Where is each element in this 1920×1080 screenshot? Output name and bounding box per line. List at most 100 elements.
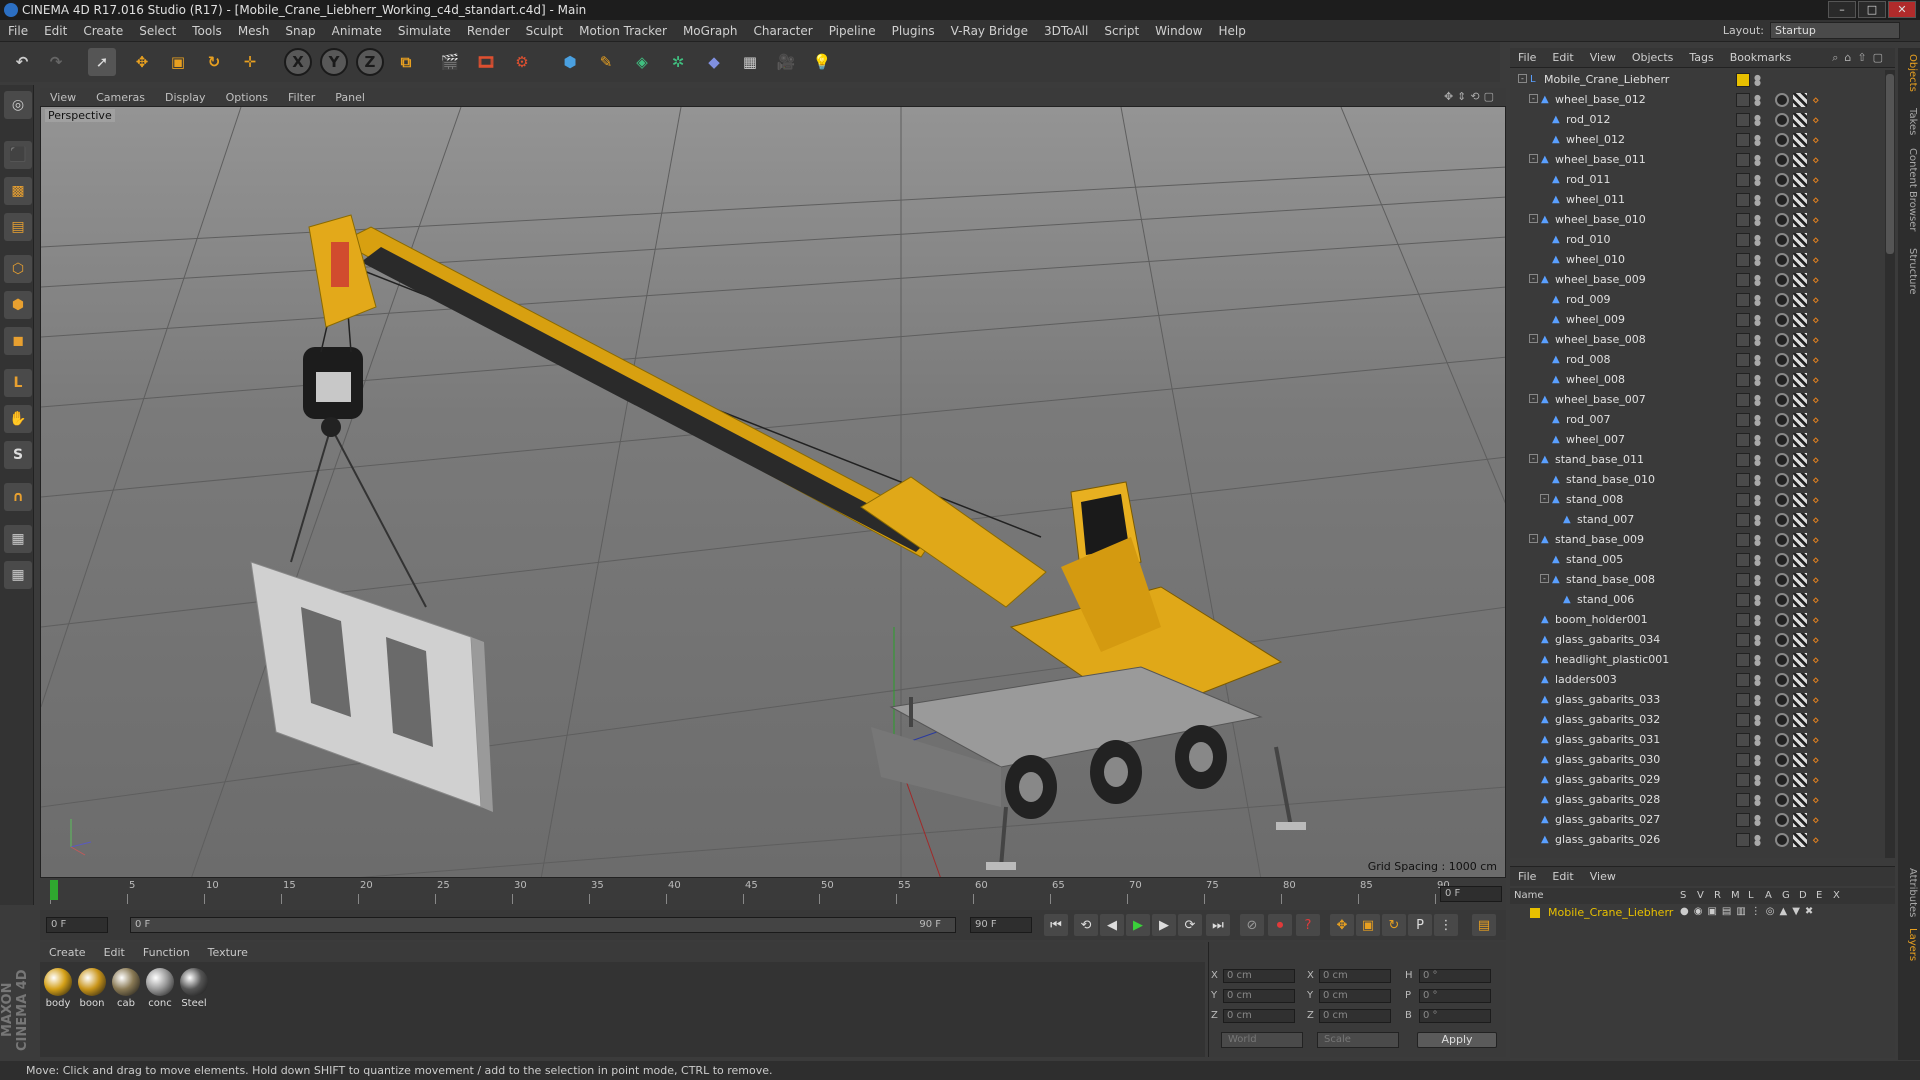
vray-tag-icon[interactable] [1775, 233, 1789, 247]
phong-tag-icon[interactable]: ⋄ [1812, 513, 1822, 527]
menu-motion-tracker[interactable]: Motion Tracker [571, 24, 675, 38]
layer-flag-icon[interactable] [1736, 833, 1750, 847]
object-name[interactable]: stand_008 [1566, 493, 1623, 506]
object-name[interactable]: wheel_011 [1566, 193, 1625, 206]
layer-flag-icon[interactable] [1736, 413, 1750, 427]
menu-create[interactable]: Create [75, 24, 131, 38]
texture-tag-icon[interactable] [1793, 233, 1807, 247]
light-icon[interactable]: 💡 [808, 48, 836, 76]
texture-tag-icon[interactable] [1793, 393, 1807, 407]
tweak-mode-icon[interactable]: ✋ [4, 405, 32, 433]
render-settings-icon[interactable]: ⚙ [508, 48, 536, 76]
polygons-mode-icon[interactable]: ◼ [4, 327, 32, 355]
texture-tag-icon[interactable] [1793, 353, 1807, 367]
visibility-dots-icon[interactable]: ● ● [1754, 314, 1761, 327]
layer-flag-icon[interactable] [1736, 453, 1750, 467]
material-menu-function[interactable]: Function [134, 946, 199, 959]
layer-flag-icon[interactable] [1736, 93, 1750, 107]
phong-tag-icon[interactable]: ⋄ [1812, 373, 1822, 387]
vray-tag-icon[interactable] [1775, 293, 1789, 307]
scale-tool-icon[interactable]: ▣ [164, 48, 192, 76]
layer-color-swatch[interactable] [1530, 908, 1540, 918]
object-row[interactable]: ▲ glass_gabarits_028 ● ● ⋄ [1510, 790, 1885, 810]
object-menu-bookmarks[interactable]: Bookmarks [1722, 51, 1799, 64]
object-row[interactable]: - ▲ wheel_base_011 ● ● ⋄ [1510, 150, 1885, 170]
object-row[interactable]: - ▲ stand_base_009 ● ● ⋄ [1510, 530, 1885, 550]
layer-flag-icons[interactable]: ●◉▣▤▥⋮◎▲▼✖ [1680, 906, 1818, 917]
texture-mode-icon[interactable]: ▩ [4, 177, 32, 205]
model-mode-icon[interactable]: ⬛ [4, 141, 32, 169]
phong-tag-icon[interactable]: ⋄ [1812, 133, 1822, 147]
object-name[interactable]: wheel_007 [1566, 433, 1625, 446]
texture-tag-icon[interactable] [1793, 333, 1807, 347]
texture-tag-icon[interactable] [1793, 133, 1807, 147]
layer-flag-icon[interactable] [1736, 593, 1750, 607]
viewport-menu-display[interactable]: Display [155, 91, 216, 104]
object-name[interactable]: stand_base_010 [1566, 473, 1655, 486]
object-row[interactable]: ▲ wheel_012 ● ● ⋄ [1510, 130, 1885, 150]
object-name[interactable]: glass_gabarits_029 [1555, 773, 1660, 786]
layer-flag-icon[interactable] [1736, 393, 1750, 407]
phong-tag-icon[interactable]: ⋄ [1812, 713, 1822, 727]
object-name[interactable]: stand_base_008 [1566, 573, 1655, 586]
visibility-dots-icon[interactable]: ● ● [1754, 294, 1761, 307]
phong-tag-icon[interactable]: ⋄ [1812, 793, 1822, 807]
layer-flag-icon[interactable] [1736, 553, 1750, 567]
menu-sculpt[interactable]: Sculpt [518, 24, 571, 38]
vray-tag-icon[interactable] [1775, 173, 1789, 187]
expand-toggle-icon[interactable]: - [1529, 274, 1538, 283]
phong-tag-icon[interactable]: ⋄ [1812, 533, 1822, 547]
object-name[interactable]: wheel_base_008 [1555, 333, 1646, 346]
texture-tag-icon[interactable] [1793, 773, 1807, 787]
layer-flag-icon[interactable] [1736, 513, 1750, 527]
layer-flag-icon[interactable] [1736, 473, 1750, 487]
viewport-nav-icons[interactable]: ✥⇕⟲▢ [1444, 90, 1498, 103]
layer-flag-icon[interactable] [1736, 693, 1750, 707]
vray-tag-icon[interactable] [1775, 553, 1789, 567]
object-row[interactable]: ▲ glass_gabarits_027 ● ● ⋄ [1510, 810, 1885, 830]
vray-tag-icon[interactable] [1775, 633, 1789, 647]
vray-tag-icon[interactable] [1775, 673, 1789, 687]
object-name[interactable]: glass_gabarits_030 [1555, 753, 1660, 766]
frame-ruler[interactable]: 051015202530354045505560657075808590 [50, 880, 1450, 904]
visibility-dots-icon[interactable]: ● ● [1754, 354, 1761, 367]
phong-tag-icon[interactable]: ⋄ [1812, 393, 1822, 407]
layer-flag-icon[interactable] [1736, 653, 1750, 667]
expand-toggle-icon[interactable]: - [1518, 74, 1527, 83]
object-row[interactable]: ▲ wheel_009 ● ● ⋄ [1510, 310, 1885, 330]
menu-simulate[interactable]: Simulate [390, 24, 459, 38]
visibility-dots-icon[interactable]: ● ● [1754, 754, 1761, 767]
size-y-field[interactable]: 0 cm [1319, 989, 1391, 1003]
texture-tag-icon[interactable] [1793, 473, 1807, 487]
object-row[interactable]: - ▲ stand_base_011 ● ● ⋄ [1510, 450, 1885, 470]
texture-tag-icon[interactable] [1793, 633, 1807, 647]
phong-tag-icon[interactable]: ⋄ [1812, 473, 1822, 487]
object-name[interactable]: wheel_base_010 [1555, 213, 1646, 226]
magnet-icon[interactable]: ∩ [4, 483, 32, 511]
phong-tag-icon[interactable]: ⋄ [1812, 493, 1822, 507]
visibility-dots-icon[interactable]: ● ● [1754, 834, 1761, 847]
visibility-dots-icon[interactable]: ● ● [1754, 454, 1761, 467]
previous-frame-icon[interactable]: ◀ [1100, 914, 1124, 936]
phong-tag-icon[interactable]: ⋄ [1812, 173, 1822, 187]
timeline-layout-icon[interactable]: ▤ [1472, 914, 1496, 936]
timeline-ruler[interactable]: 051015202530354045505560657075808590 0 F [40, 880, 1506, 910]
vray-tag-icon[interactable] [1775, 693, 1789, 707]
object-row[interactable]: ▲ rod_010 ● ● ⋄ [1510, 230, 1885, 250]
vray-tag-icon[interactable] [1775, 113, 1789, 127]
layer-flag-icon[interactable] [1736, 253, 1750, 267]
visibility-dots-icon[interactable]: ● ● [1754, 334, 1761, 347]
vray-tag-icon[interactable] [1775, 153, 1789, 167]
vray-tag-icon[interactable] [1775, 273, 1789, 287]
phong-tag-icon[interactable]: ⋄ [1812, 333, 1822, 347]
key-pla-icon[interactable]: ⋮ [1434, 914, 1458, 936]
play-icon[interactable]: ▶ [1126, 914, 1150, 936]
texture-tag-icon[interactable] [1793, 693, 1807, 707]
object-menu-tags[interactable]: Tags [1681, 51, 1721, 64]
vray-tag-icon[interactable] [1775, 753, 1789, 767]
object-row[interactable]: ▲ rod_007 ● ● ⋄ [1510, 410, 1885, 430]
texture-tag-icon[interactable] [1793, 573, 1807, 587]
object-name[interactable]: wheel_base_009 [1555, 273, 1646, 286]
phong-tag-icon[interactable]: ⋄ [1812, 93, 1822, 107]
layer-flag-icon[interactable] [1736, 373, 1750, 387]
